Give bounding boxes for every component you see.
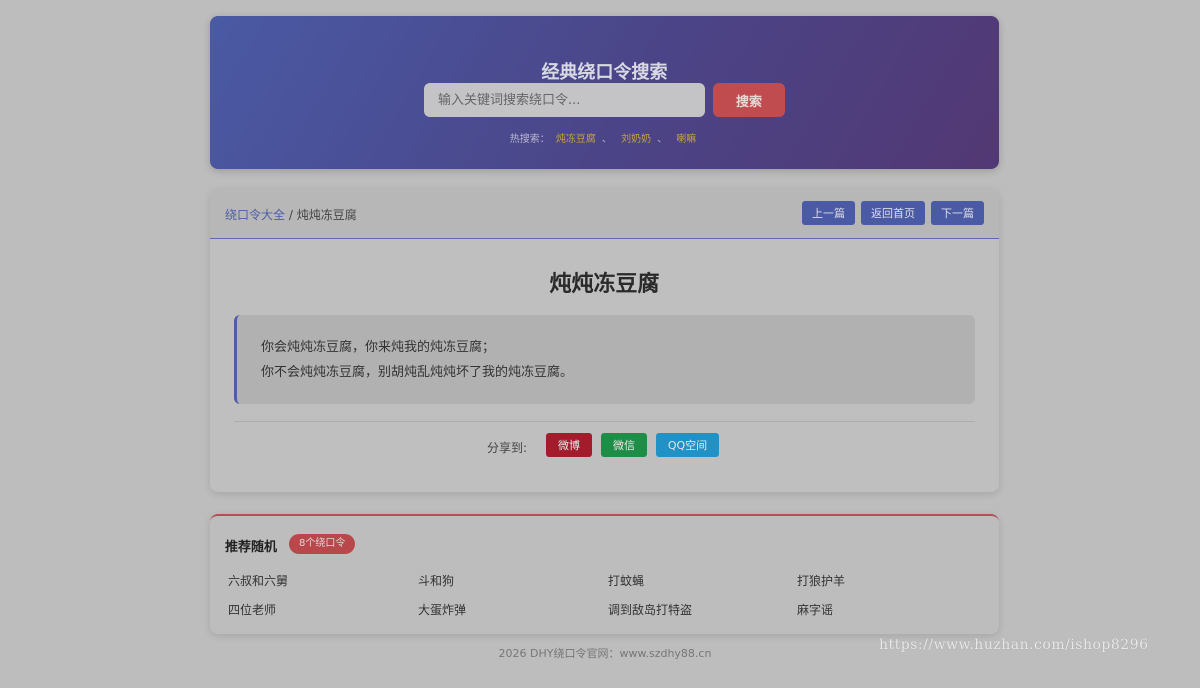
article-header: 绕口令大全 / 炖炖冻豆腐 上一篇 返回首页 下一篇 <box>210 189 999 239</box>
recommend-item[interactable]: 四位老师 <box>228 601 276 618</box>
article-line: 你不会炖炖冻豆腐，别胡炖乱炖炖坏了我的炖冻豆腐。 <box>261 365 574 380</box>
share-label: 分享到: <box>487 441 528 455</box>
hot-sep: 、 <box>601 134 612 145</box>
recommend-item[interactable]: 斗和狗 <box>418 572 454 589</box>
recommend-item[interactable]: 打蚊蝇 <box>608 572 644 589</box>
divider <box>234 421 975 422</box>
recommend-item[interactable]: 麻字谣 <box>797 601 833 618</box>
breadcrumb-home-link[interactable]: 绕口令大全 <box>225 208 285 222</box>
recommend-item[interactable]: 大蛋炸弹 <box>418 601 466 618</box>
page: 经典绕口令搜索 搜索 热搜索： 炖冻豆腐、 刘奶奶、 喇嘛 绕口令大全 / 炖炖… <box>0 0 1200 688</box>
recommend-item[interactable]: 六叔和六舅 <box>228 572 288 589</box>
hot-link-liunainai[interactable]: 刘奶奶 <box>621 134 651 145</box>
breadcrumb-current: 炖炖冻豆腐 <box>296 208 357 222</box>
hot-sep: 、 <box>657 134 668 145</box>
hero-title: 经典绕口令搜索 <box>541 62 668 83</box>
search-button[interactable]: 搜索 <box>713 83 785 117</box>
share-wechat-button[interactable]: 微信 <box>601 433 647 457</box>
hot-link-dongdoufu[interactable]: 炖冻豆腐 <box>556 134 596 145</box>
recommend-item[interactable]: 调到敌岛打特盗 <box>608 601 692 618</box>
article-line: 你会炖炖冻豆腐，你来炖我的炖冻豆腐； <box>261 340 496 355</box>
watermark: https://www.huzhan.com/ishop8296 <box>879 637 1149 653</box>
back-home-button[interactable]: 返回首页 <box>861 201 925 225</box>
hot-search-label: 热搜索： <box>509 134 550 145</box>
article-title: 炖炖冻豆腐 <box>549 272 660 297</box>
breadcrumb-separator: / <box>288 208 293 222</box>
recommend-item[interactable]: 打狼护羊 <box>797 572 845 589</box>
next-article-button[interactable]: 下一篇 <box>931 201 984 225</box>
recommend-title: 推荐随机 <box>225 540 278 555</box>
hot-link-lama[interactable]: 喇嘛 <box>676 134 696 145</box>
article-content: 你会炖炖冻豆腐，你来炖我的炖冻豆腐； 你不会炖炖冻豆腐，别胡炖乱炖炖坏了我的炖冻… <box>234 315 975 404</box>
article-card: 绕口令大全 / 炖炖冻豆腐 上一篇 返回首页 下一篇 炖炖冻豆腐 你会炖炖冻豆腐… <box>210 189 999 492</box>
recommend-count-badge: 8个绕口令 <box>289 534 356 554</box>
share-qzone-button[interactable]: QQ空间 <box>656 433 719 457</box>
breadcrumb: 绕口令大全 / 炖炖冻豆腐 <box>225 206 357 223</box>
share-weibo-button[interactable]: 微博 <box>546 433 592 457</box>
hot-search: 热搜索： 炖冻豆腐、 刘奶奶、 喇嘛 <box>210 130 999 145</box>
recommend-card: 推荐随机 8个绕口令 六叔和六舅 斗和狗 打蚊蝇 打狼护羊 四位老师 大蛋炸弹 … <box>210 514 999 634</box>
search-hero: 经典绕口令搜索 搜索 热搜索： 炖冻豆腐、 刘奶奶、 喇嘛 <box>210 16 999 169</box>
search-input[interactable] <box>424 83 705 117</box>
prev-article-button[interactable]: 上一篇 <box>802 201 855 225</box>
